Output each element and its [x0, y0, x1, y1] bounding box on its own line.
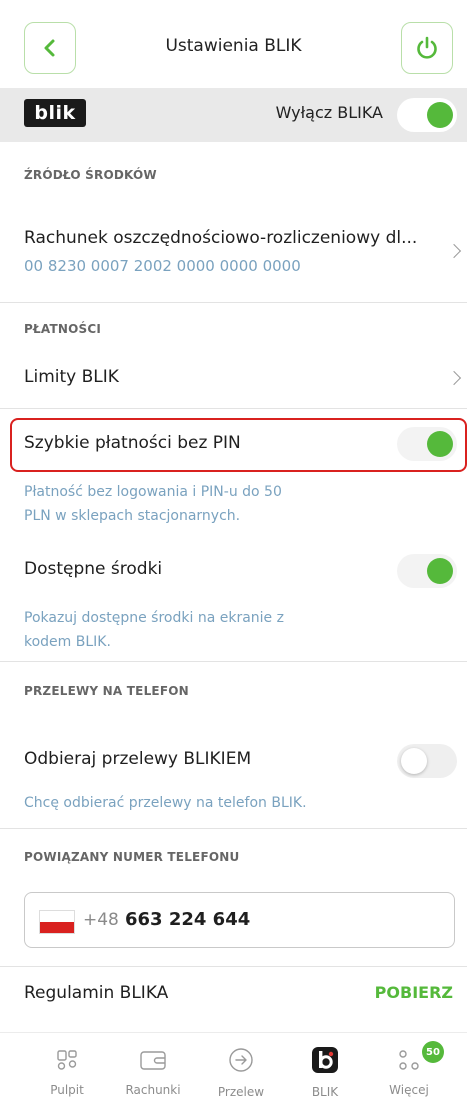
power-icon — [417, 36, 437, 59]
more-icon — [394, 1045, 424, 1075]
phone-number: 663 224 644 — [125, 909, 251, 930]
receive-transfers-label: Odbieraj przelewy BLIKIEM — [24, 749, 252, 769]
section-source-of-funds: ŹRÓDŁO ŚRODKÓW — [24, 168, 157, 182]
tab-label: Rachunki — [125, 1083, 181, 1097]
divider — [0, 408, 467, 409]
tab-wiecej[interactable]: 50 Więcej — [364, 1033, 454, 1109]
tab-label: Przelew — [217, 1085, 265, 1099]
available-funds-label: Dostępne środki — [24, 559, 163, 579]
quick-payments-desc-1: Płatność bez logowania i PIN-u do 50 — [24, 484, 282, 500]
available-funds-desc-1: Pokazuj dostępne środki na ekranie z — [24, 610, 284, 626]
receive-transfers-toggle[interactable] — [397, 744, 457, 778]
divider — [0, 302, 467, 303]
tab-rachunki[interactable]: Rachunki — [108, 1033, 198, 1109]
receive-transfers-desc: Chcę odbierać przelewy na telefon BLIK. — [24, 795, 307, 811]
phone-prefix: +48 — [83, 910, 119, 930]
quick-payments-desc-2: PLN w sklepach stacjonarnych. — [24, 508, 241, 524]
tab-blik[interactable]: BLIK — [280, 1033, 370, 1109]
divider — [0, 966, 467, 967]
divider — [0, 828, 467, 829]
blik-limits-item[interactable]: Limity BLIK — [24, 367, 119, 387]
quick-payments-label: Szybkie płatności bez PIN — [24, 433, 241, 453]
phone-number-field[interactable]: +48 663 224 644 — [24, 892, 455, 948]
account-name[interactable]: Rachunek oszczędnościowo-rozliczeniowy d… — [24, 228, 417, 248]
notification-badge: 50 — [422, 1041, 444, 1063]
section-payments: PŁATNOŚCI — [24, 322, 101, 336]
bottom-tab-bar: Pulpit Rachunki Przelew BLIK 50 Więcej — [0, 1032, 467, 1109]
section-linked-phone: POWIĄZANY NUMER TELEFONU — [24, 850, 240, 864]
header: Ustawienia BLIK — [0, 0, 467, 88]
section-phone-transfers: PRZELEWY NA TELEFON — [24, 684, 189, 698]
tab-label: Pulpit — [50, 1083, 84, 1097]
wallet-icon — [138, 1045, 168, 1075]
tab-pulpit[interactable]: Pulpit — [22, 1033, 112, 1109]
quick-payments-toggle[interactable] — [397, 427, 457, 461]
page-title: Ustawienia BLIK — [165, 36, 302, 56]
tab-label: Więcej — [389, 1083, 429, 1097]
divider — [0, 661, 467, 662]
disable-blik-label: Wyłącz BLIKA — [275, 103, 383, 122]
account-chevron-icon[interactable] — [446, 243, 462, 259]
regulations-label: Regulamin BLIKA — [24, 983, 169, 1003]
blik-status-bar: blik Wyłącz BLIKA — [0, 88, 467, 142]
limits-chevron-icon[interactable] — [446, 370, 462, 386]
arrow-right-circle-icon — [226, 1045, 256, 1075]
download-button[interactable]: POBIERZ — [375, 983, 453, 1002]
dashboard-icon — [52, 1045, 82, 1075]
tab-label: BLIK — [311, 1085, 339, 1099]
account-number: 00 8230 0007 2002 0000 0000 0000 — [24, 257, 301, 275]
available-funds-desc-2: kodem BLIK. — [24, 634, 111, 650]
tab-przelew[interactable]: Przelew — [196, 1033, 286, 1109]
disable-blik-toggle[interactable] — [397, 98, 457, 132]
power-button[interactable] — [401, 22, 453, 74]
available-funds-toggle[interactable] — [397, 554, 457, 588]
blik-icon — [310, 1045, 340, 1075]
poland-flag-icon — [39, 910, 75, 934]
blik-logo: blik — [24, 99, 86, 127]
